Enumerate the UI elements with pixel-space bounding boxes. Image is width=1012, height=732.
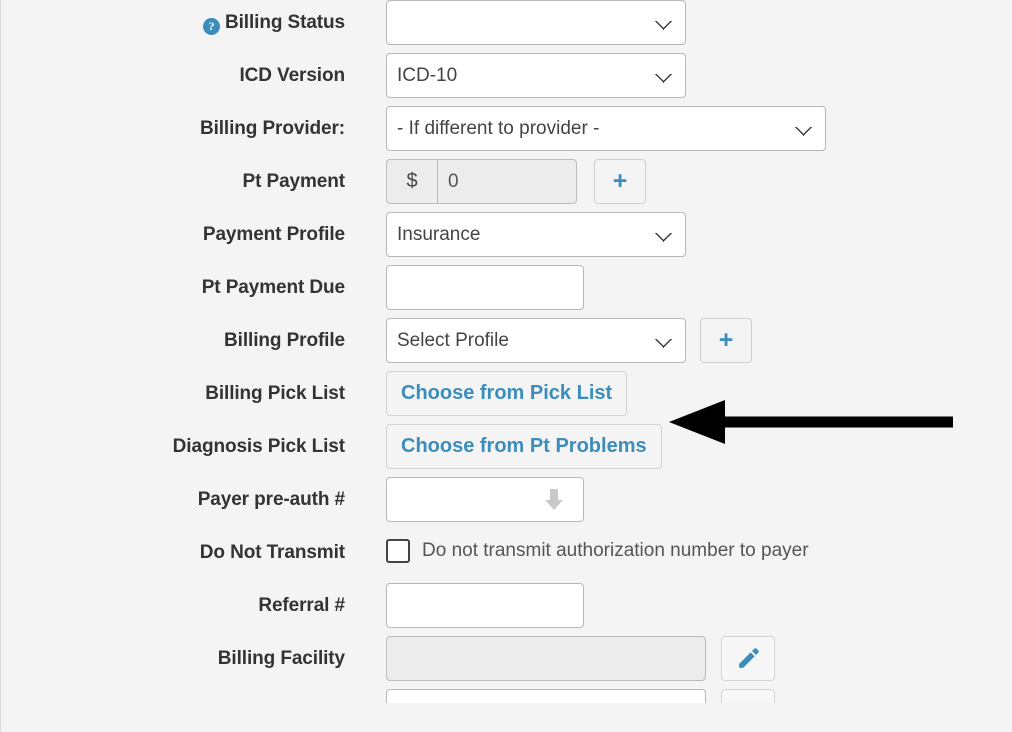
control-billing-provider: - If different to provider - <box>345 106 826 151</box>
form-row-do-not-transmit: Do Not Transmit Do not transmit authoriz… <box>1 530 1012 583</box>
question-circle-icon[interactable]: ? <box>203 18 220 35</box>
control-payer-pre-auth <box>345 477 584 522</box>
label-billing-facility: Billing Facility <box>217 648 345 669</box>
label-do-not-transmit: Do Not Transmit <box>199 542 345 563</box>
control-icd-version: ICD-10 <box>345 53 686 98</box>
control-billing-facility <box>345 636 775 681</box>
select-billing-profile[interactable]: Select Profile <box>386 318 686 363</box>
label-billing-provider: Billing Provider: <box>199 118 345 139</box>
control-billing-status <box>345 0 686 45</box>
currency-symbol-addon: $ <box>386 159 437 204</box>
billing-facility-input[interactable] <box>386 636 706 681</box>
do-not-transmit-checkbox[interactable] <box>386 539 410 563</box>
choose-from-pt-problems-button[interactable]: Choose from Pt Problems <box>386 424 662 469</box>
select-payment-profile[interactable]: Insurance <box>386 212 686 257</box>
control-billing-profile: Select Profile + <box>345 318 752 363</box>
control-referral-number <box>345 583 584 628</box>
control-pt-payment: $ + <box>345 159 646 204</box>
partial-cutoff-button[interactable] <box>721 689 775 703</box>
form-row-billing-pick-list: Billing Pick List Choose from Pick List <box>1 371 1012 424</box>
form-row-partial-cutoff <box>1 689 1012 703</box>
form-row-billing-provider: Billing Provider: - If different to prov… <box>1 106 1012 159</box>
select-billing-provider[interactable]: - If different to provider - <box>386 106 826 151</box>
edit-billing-facility-button[interactable] <box>721 636 775 681</box>
billing-form: ? Billing Status ICD Version ICD-10 Billi… <box>1 0 1012 703</box>
control-payment-profile: Insurance <box>345 212 686 257</box>
payer-pre-auth-wrapper <box>386 477 584 522</box>
label-referral-number: Referral # <box>258 595 345 616</box>
billing-form-page: ? Billing Status ICD Version ICD-10 Billi… <box>0 0 1012 732</box>
label-payer-pre-auth: Payer pre-auth # <box>197 489 345 510</box>
control-pt-payment-due <box>345 265 584 310</box>
label-pt-payment: Pt Payment <box>242 171 346 192</box>
form-row-pt-payment: Pt Payment $ + <box>1 159 1012 212</box>
form-row-referral-number: Referral # <box>1 583 1012 636</box>
pt-payment-due-input[interactable] <box>386 265 584 310</box>
control-diagnosis-pick-list: Choose from Pt Problems <box>345 424 662 469</box>
pt-payment-input-group: $ <box>386 159 577 204</box>
form-row-payment-profile: Payment Profile Insurance <box>1 212 1012 265</box>
form-row-diagnosis-pick-list: Diagnosis Pick List Choose from Pt Probl… <box>1 424 1012 477</box>
pt-payment-input[interactable] <box>437 159 577 204</box>
label-billing-profile: Billing Profile <box>224 330 345 351</box>
pencil-icon <box>738 648 759 668</box>
label-diagnosis-pick-list: Diagnosis Pick List <box>172 436 345 457</box>
control-partial-cutoff <box>345 689 775 703</box>
form-row-billing-profile: Billing Profile Select Profile + <box>1 318 1012 371</box>
form-row-billing-status: ? Billing Status <box>1 0 1012 53</box>
add-pt-payment-button[interactable]: + <box>594 159 646 204</box>
control-billing-pick-list: Choose from Pick List <box>345 371 628 416</box>
choose-from-pick-list-button[interactable]: Choose from Pick List <box>386 371 628 416</box>
label-billing-status-text: Billing Status <box>225 12 345 33</box>
label-billing-pick-list: Billing Pick List <box>205 383 345 404</box>
payer-pre-auth-input[interactable] <box>386 477 584 522</box>
label-payment-profile: Payment Profile <box>202 224 345 245</box>
partial-cutoff-input[interactable] <box>386 689 706 703</box>
do-not-transmit-checkbox-wrapper: Do not transmit authorization number to … <box>386 530 809 563</box>
select-icd-version[interactable]: ICD-10 <box>386 53 686 98</box>
form-row-pt-payment-due: Pt Payment Due <box>1 265 1012 318</box>
do-not-transmit-checkbox-label: Do not transmit authorization number to … <box>422 540 809 561</box>
form-row-icd-version: ICD Version ICD-10 <box>1 53 1012 106</box>
label-pt-payment-due: Pt Payment Due <box>201 277 345 298</box>
label-partial-cutoff <box>1 689 345 702</box>
add-billing-profile-button[interactable]: + <box>700 318 752 363</box>
control-do-not-transmit: Do not transmit authorization number to … <box>345 530 809 563</box>
label-icd-version: ICD Version <box>239 65 345 86</box>
form-row-billing-facility: Billing Facility <box>1 636 1012 689</box>
label-billing-status: ? Billing Status <box>1 0 345 35</box>
referral-number-input[interactable] <box>386 583 584 628</box>
select-billing-status[interactable] <box>386 0 686 45</box>
form-row-payer-pre-auth: Payer pre-auth # <box>1 477 1012 530</box>
